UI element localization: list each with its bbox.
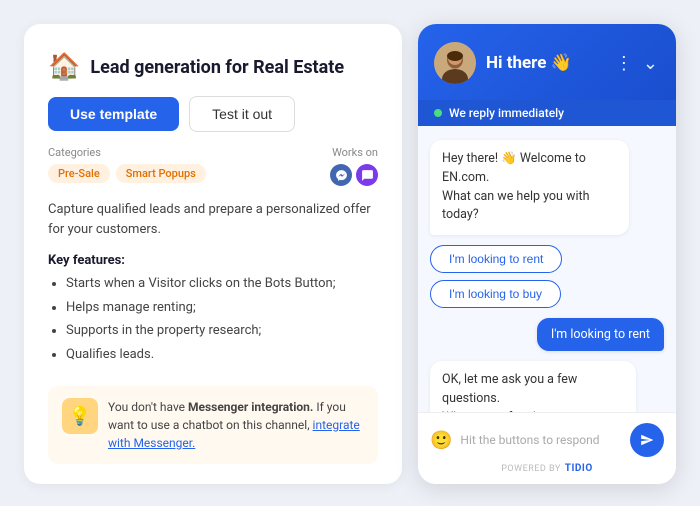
feature-item: Helps manage renting; (66, 298, 378, 318)
left-panel: 🏠 Lead generation for Real Estate Use te… (24, 24, 402, 484)
bot-message-1: Hey there! 👋 Welcome to EN.com.What can … (430, 140, 629, 235)
lightbulb-icon: 💡 (69, 406, 91, 427)
works-on-col: Works on (330, 146, 378, 186)
chat-body: Hey there! 👋 Welcome to EN.com.What can … (418, 126, 676, 412)
avatar (434, 42, 476, 84)
btn-row: Use template Test it out (48, 96, 378, 132)
bot-message-2: OK, let me ask you a few questions.What … (430, 361, 636, 412)
option-rent-button[interactable]: I'm looking to rent (430, 245, 562, 273)
key-features: Key features: Starts when a Visitor clic… (48, 253, 378, 364)
platform-icons (330, 164, 378, 186)
option-buy-button[interactable]: I'm looking to buy (430, 280, 561, 308)
feature-item: Supports in the property research; (66, 321, 378, 341)
tags-row: Pre-Sale Smart Popups (48, 164, 206, 183)
send-button[interactable] (630, 423, 664, 457)
features-list: Starts when a Visitor clicks on the Bots… (48, 274, 378, 364)
chat-header-title: Hi there 👋 (486, 53, 603, 73)
tag-smartpopups: Smart Popups (116, 164, 206, 183)
page-title: Lead generation for Real Estate (90, 57, 344, 78)
chat-header: Hi there 👋 ⋮ ⌄ (418, 24, 676, 100)
feature-item: Starts when a Visitor clicks on the Bots… (66, 274, 378, 294)
messenger-platform-icon (330, 164, 352, 186)
chat-status-bar: We reply immediately (418, 100, 676, 126)
use-template-button[interactable]: Use template (48, 97, 179, 131)
user-message-1: I'm looking to rent (537, 318, 664, 351)
feature-item: Qualifies leads. (66, 345, 378, 365)
categories-left: Categories Pre-Sale Smart Popups (48, 146, 206, 183)
powered-by: POWERED BY TIDIO (430, 463, 664, 474)
banner-text-1: You don't have (108, 400, 188, 414)
categories-row: Categories Pre-Sale Smart Popups Works o… (48, 146, 378, 186)
messenger-icon: 💡 (62, 398, 98, 434)
status-dot (434, 109, 442, 117)
works-on-label: Works on (332, 146, 378, 159)
chat-footer: 🙂 Hit the buttons to respond POWERED BY … (418, 412, 676, 484)
messenger-banner-text: You don't have Messenger integration. If… (108, 398, 364, 452)
chat-header-actions: ⋮ ⌄ (613, 53, 660, 74)
message-options: I'm looking to rent I'm looking to buy (430, 245, 664, 308)
house-icon: 🏠 (48, 52, 80, 82)
chat-widget: Hi there 👋 ⋮ ⌄ We reply immediately Hey … (418, 24, 676, 484)
chat-input-row: 🙂 Hit the buttons to respond (430, 423, 664, 457)
test-it-out-button[interactable]: Test it out (189, 96, 295, 132)
minimize-button[interactable]: ⌄ (641, 53, 660, 74)
chat-input-placeholder: Hit the buttons to respond (460, 431, 622, 449)
categories-label: Categories (48, 146, 206, 159)
status-text: We reply immediately (449, 106, 564, 120)
description: Capture qualified leads and prepare a pe… (48, 200, 378, 239)
messenger-banner: 💡 You don't have Messenger integration. … (48, 386, 378, 464)
banner-bold: Messenger integration. (188, 400, 313, 414)
key-features-title: Key features: (48, 253, 378, 268)
title-row: 🏠 Lead generation for Real Estate (48, 52, 378, 82)
emoji-icon[interactable]: 🙂 (430, 430, 452, 451)
tag-presale: Pre-Sale (48, 164, 110, 183)
powered-by-label: POWERED BY (501, 464, 561, 474)
more-options-button[interactable]: ⋮ (613, 53, 635, 74)
outer-container: 🏠 Lead generation for Real Estate Use te… (0, 0, 700, 506)
tidio-logo: TIDIO (565, 463, 593, 474)
chat-platform-icon (356, 164, 378, 186)
